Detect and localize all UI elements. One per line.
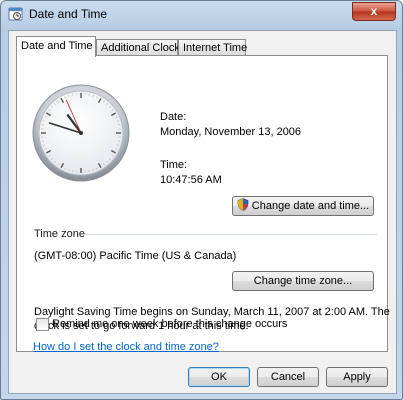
- clock-calendar-icon: [8, 6, 23, 21]
- close-button[interactable]: x: [352, 2, 396, 21]
- time-zone-value: (GMT-08:00) Pacific Time (US & Canada): [34, 250, 237, 262]
- time-label: Time:: [160, 159, 188, 171]
- dialog-client-area: Date and Time Additional Clocks Internet…: [8, 30, 397, 394]
- tab-additional-clocks[interactable]: Additional Clocks: [96, 39, 185, 55]
- window-title: Date and Time: [29, 7, 108, 21]
- date-label: Date:: [160, 111, 187, 123]
- uac-shield-icon: [237, 198, 249, 211]
- change-date-time-button[interactable]: Change date and time...: [232, 196, 374, 216]
- date-value: Monday, November 13, 2006: [160, 126, 302, 138]
- ok-button[interactable]: OK: [188, 367, 250, 387]
- change-time-zone-button[interactable]: Change time zone...: [232, 271, 374, 291]
- time-zone-heading: Time zone: [34, 228, 85, 240]
- section-divider: [85, 234, 377, 235]
- remind-label[interactable]: Remind me one week before this change oc…: [52, 318, 287, 330]
- cancel-button[interactable]: Cancel: [257, 367, 319, 387]
- dst-info-line1: Daylight Saving Time begins on Sunday, M…: [34, 306, 390, 318]
- tab-internet-time[interactable]: Internet Time: [178, 39, 247, 55]
- remind-checkbox[interactable]: [36, 318, 49, 331]
- title-bar[interactable]: Date and Time x: [1, 1, 402, 27]
- close-icon: x: [370, 4, 378, 18]
- tab-date-and-time[interactable]: Date and Time: [16, 36, 96, 57]
- analog-clock: [31, 83, 131, 183]
- apply-button[interactable]: Apply: [326, 367, 388, 387]
- change-date-time-label: Change date and time...: [251, 200, 370, 212]
- date-and-time-dialog: Date and Time x Date and Time Additional…: [0, 0, 403, 400]
- date-and-time-panel: Date: Monday, November 13, 2006 Time: 10…: [16, 55, 390, 352]
- help-link[interactable]: How do I set the clock and time zone?: [33, 341, 219, 353]
- time-value: 10:47:56 AM: [160, 174, 222, 186]
